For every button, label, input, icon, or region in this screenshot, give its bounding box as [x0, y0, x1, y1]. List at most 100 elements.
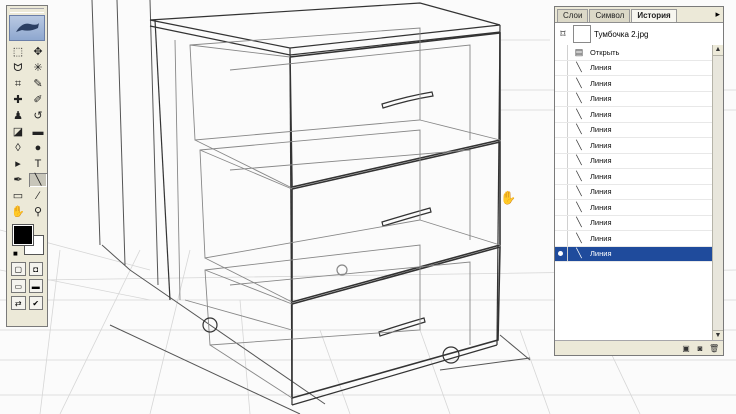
history-state[interactable]: ╲ Линия: [555, 231, 713, 247]
quick-mask-icon[interactable]: ◘: [28, 262, 43, 276]
photoshop-logo-icon[interactable]: [9, 15, 45, 41]
jump-row: ⇄ ✔: [7, 296, 47, 310]
default-colors-icon[interactable]: ■: [13, 249, 18, 258]
line-icon: ╲: [576, 155, 582, 166]
full-screen-menu-icon[interactable]: ▬: [28, 279, 43, 293]
path-select-icon[interactable]: ▸: [9, 157, 27, 171]
color-swatches: ■: [11, 223, 44, 259]
slice-icon[interactable]: ✎: [29, 77, 47, 91]
history-brush-source-toggle[interactable]: [555, 231, 568, 246]
line-icon: ╲: [576, 93, 582, 104]
snapshot-row[interactable]: ⌑ Тумбочка 2.jpg: [555, 23, 723, 46]
checkmark-icon[interactable]: ✔: [28, 296, 43, 310]
line-icon: ╲: [576, 248, 582, 259]
history-state-label: Линия: [590, 125, 612, 135]
line-icon[interactable]: ╲: [29, 173, 47, 187]
line-icon: ╲: [576, 186, 582, 197]
standard-mode-icon[interactable]: ▢: [11, 262, 26, 276]
pen-icon[interactable]: ✒: [9, 173, 27, 187]
history-brush-source-toggle[interactable]: [555, 246, 568, 261]
snapshot-name: Тумбочка 2.jpg: [594, 29, 649, 39]
line-icon: ╲: [576, 170, 582, 181]
eyedropper-icon[interactable]: ⁄: [29, 189, 47, 203]
lasso-icon[interactable]: ᗢ: [9, 61, 27, 75]
panel-tabs: Слои Символ История ▸: [555, 7, 723, 23]
history-state-label: Линия: [590, 218, 612, 228]
history-state[interactable]: ╲ Линия: [555, 200, 713, 216]
delete-state-icon[interactable]: 🗑: [709, 344, 719, 353]
panel-menu-icon[interactable]: ▸: [715, 9, 720, 20]
clone-stamp-icon[interactable]: ♟: [9, 109, 27, 123]
palette-grip[interactable]: [10, 8, 44, 13]
history-state[interactable]: ╲ Линия: [555, 153, 713, 169]
line-icon: ╲: [576, 217, 582, 228]
history-state[interactable]: ▤ Открыть: [555, 45, 713, 61]
standard-screen-icon[interactable]: ▭: [11, 279, 26, 293]
blur-icon[interactable]: ◊: [9, 141, 27, 155]
magic-wand-icon[interactable]: ✳: [29, 61, 47, 75]
move-icon[interactable]: ✥: [29, 45, 47, 59]
gradient-icon[interactable]: ▬: [29, 125, 47, 139]
history-brush-source-toggle[interactable]: [555, 169, 568, 184]
healing-brush-icon[interactable]: ✚: [9, 93, 27, 107]
history-state[interactable]: ╲ Линия: [555, 60, 713, 76]
marquee-icon[interactable]: ⬚: [9, 45, 27, 59]
history-state-label: Линия: [590, 140, 612, 150]
history-brush-source-toggle[interactable]: [555, 45, 568, 60]
scroll-up-icon[interactable]: ▲: [713, 45, 723, 56]
history-state[interactable]: ╲ Линия: [555, 91, 713, 107]
history-brush-source-toggle[interactable]: [555, 153, 568, 168]
brush-icon[interactable]: ✐: [29, 93, 47, 107]
dodge-icon[interactable]: ●: [29, 141, 47, 155]
open-icon: ▤: [574, 46, 584, 57]
history-brush-source-toggle[interactable]: [555, 215, 568, 230]
new-document-from-state-icon[interactable]: ▣: [681, 344, 691, 353]
crop-icon[interactable]: ⌗: [9, 77, 27, 91]
eraser-icon[interactable]: ◪: [9, 125, 27, 139]
history-state-label: Линия: [590, 78, 612, 88]
hand-icon[interactable]: ✋: [9, 205, 27, 219]
history-state-label: Линия: [590, 63, 612, 73]
history-state[interactable]: ╲ Линия: [555, 215, 713, 231]
history-brush-source-toggle[interactable]: [555, 91, 568, 106]
zoom-icon[interactable]: ⚲: [29, 205, 47, 219]
history-state[interactable]: ╲ Линия: [555, 138, 713, 154]
tab-character[interactable]: Символ: [589, 9, 631, 22]
history-brush-source-toggle[interactable]: [555, 60, 568, 75]
history-state[interactable]: ╲ Линия: [555, 122, 713, 138]
history-state-label: Линия: [590, 249, 612, 259]
line-icon: ╲: [576, 201, 582, 212]
line-icon: ╲: [576, 124, 582, 135]
type-icon[interactable]: T: [29, 157, 47, 171]
foreground-color-swatch[interactable]: [12, 224, 34, 246]
history-state[interactable]: ╲ Линия: [555, 169, 713, 185]
history-state-label: Линия: [590, 109, 612, 119]
line-icon: ╲: [576, 139, 582, 150]
history-state[interactable]: ╲ Линия: [555, 107, 713, 123]
history-state[interactable]: ╲ Линия: [555, 76, 713, 92]
history-brush-source-toggle[interactable]: [555, 107, 568, 122]
history-brush-icon[interactable]: ↺: [29, 109, 47, 123]
new-snapshot-icon[interactable]: ◙: [695, 344, 705, 353]
tools-palette: ⬚ ✥ ᗢ ✳ ⌗ ✎ ✚ ✐ ♟ ↺ ◪ ▬ ◊ ● ▸ T ✒ ╲ ▭ ⁄ ✋ ⚲ ■ ▢ ◘ ▭ ▬ ⇄ ✔: [6, 5, 48, 327]
hand-cursor-icon: ✋: [500, 190, 517, 205]
history-state-label: Открыть: [590, 47, 620, 57]
history-state-label: Линия: [590, 156, 612, 166]
history-brush-source-toggle[interactable]: [555, 184, 568, 199]
history-panel: Слои Символ История ▸ ⌑ Тумбочка 2.jpg ▤…: [554, 6, 724, 356]
history-scrollbar[interactable]: ▲ ▼: [712, 45, 723, 341]
history-state[interactable]: ╲ Линия: [555, 246, 713, 262]
line-icon: ╲: [576, 232, 582, 243]
jump-to-imageready-icon[interactable]: ⇄: [11, 296, 26, 310]
history-state[interactable]: ╲ Линия: [555, 184, 713, 200]
notes-icon[interactable]: ▭: [9, 189, 27, 203]
tab-history[interactable]: История: [631, 9, 677, 22]
history-state-label: Линия: [590, 202, 612, 212]
tab-layers[interactable]: Слои: [557, 9, 589, 22]
history-brush-source-toggle[interactable]: [555, 76, 568, 91]
history-brush-source-toggle[interactable]: [555, 138, 568, 153]
history-state-label: Линия: [590, 233, 612, 243]
line-icon: ╲: [576, 62, 582, 73]
history-brush-source-toggle[interactable]: [555, 122, 568, 137]
history-brush-source-toggle[interactable]: [555, 200, 568, 215]
